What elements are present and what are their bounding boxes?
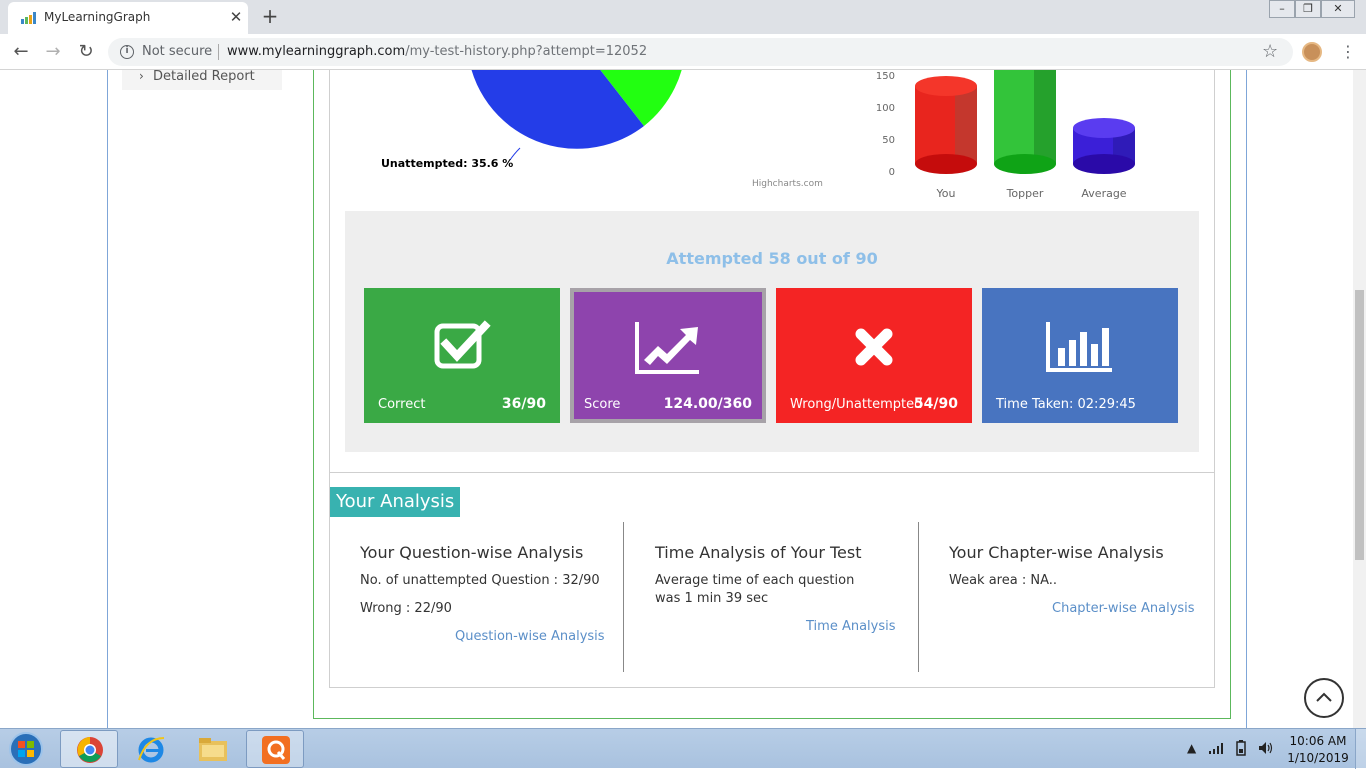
- avg-time-line1: Average time of each question: [655, 573, 855, 588]
- internet-explorer-icon: [138, 737, 165, 763]
- taskbar-q-app[interactable]: [246, 730, 304, 768]
- folder-icon: [199, 738, 227, 761]
- minimize-button[interactable]: –: [1269, 0, 1295, 18]
- unattempted-count: No. of unattempted Question : 32/90: [360, 573, 600, 588]
- left-border-line: [107, 70, 108, 728]
- x-tick-label: You: [936, 187, 956, 200]
- reload-icon[interactable]: ↻: [74, 40, 98, 64]
- scrollbar-thumb[interactable]: [1355, 290, 1364, 560]
- menu-dots-icon[interactable]: ⋮: [1340, 40, 1356, 64]
- start-button-icon[interactable]: [4, 730, 48, 768]
- bar-average[interactable]: [1073, 118, 1135, 174]
- analysis-header: Your Analysis: [330, 487, 461, 517]
- info-icon[interactable]: i: [120, 45, 134, 59]
- new-tab-button[interactable]: +: [258, 4, 282, 28]
- tab-close-icon[interactable]: ✕: [226, 7, 246, 27]
- question-analysis-title: Your Question-wise Analysis: [360, 543, 584, 562]
- url-text[interactable]: www.mylearninggraph.com/my-test-history.…: [227, 44, 647, 59]
- time-analysis-title: Time Analysis of Your Test: [655, 543, 862, 562]
- correct-card[interactable]: Correct 36/90: [364, 288, 560, 423]
- column-divider: [623, 522, 624, 672]
- chevron-up-icon: [1316, 692, 1332, 702]
- weak-area: Weak area : NA..: [949, 573, 1058, 588]
- forward-arrow-icon[interactable]: →: [41, 40, 65, 64]
- chapter-analysis-link[interactable]: Chapter-wise Analysis: [1052, 601, 1195, 616]
- card-value: 124.00/360: [663, 396, 752, 412]
- time-card[interactable]: Time Taken: 02:29:45: [982, 288, 1178, 423]
- y-tick-label: 0: [888, 167, 895, 178]
- browser-toolbar: ← → ↻ i Not secure www.mylearninggraph.c…: [0, 34, 1366, 70]
- window-close-button[interactable]: ✕: [1321, 0, 1355, 18]
- taskbar-file-explorer[interactable]: [184, 730, 242, 768]
- attempted-summary: Attempted 58 out of 90: [666, 249, 878, 268]
- x-tick-label: Average: [1081, 187, 1127, 200]
- site-favicon-icon: [21, 12, 36, 24]
- trend-chart-icon: [635, 322, 699, 374]
- chapter-analysis-title: Your Chapter-wise Analysis: [949, 543, 1164, 562]
- tab-bar: MyLearningGraph ✕ + – ❐ ✕: [0, 0, 1366, 34]
- volume-icon[interactable]: [1257, 740, 1273, 756]
- bookmark-star-icon[interactable]: ☆: [1262, 41, 1278, 62]
- bar-you[interactable]: [915, 76, 977, 174]
- windows-taskbar: ▲ 10:06 AM 1/10/2019: [0, 728, 1366, 769]
- avg-time-line2: was 1 min 39 sec: [655, 591, 769, 606]
- card-label: Score: [584, 397, 621, 412]
- security-status[interactable]: Not secure: [142, 44, 212, 59]
- x-tick-label: Topper: [1006, 187, 1044, 200]
- chrome-icon: [77, 737, 103, 763]
- cross-icon: [855, 328, 893, 366]
- url-host: www.mylearninggraph.com: [227, 44, 406, 59]
- network-signal-icon[interactable]: [1208, 742, 1224, 754]
- chevron-right-icon: ›: [139, 70, 144, 83]
- tab-title: MyLearningGraph: [44, 10, 151, 24]
- right-border-line: [1246, 70, 1247, 728]
- profile-avatar[interactable]: [1302, 42, 1322, 62]
- pie-data-label: Unattempted: 35.6 %: [381, 157, 514, 170]
- scroll-to-top-button[interactable]: [1304, 678, 1344, 718]
- address-bar[interactable]: i Not secure www.mylearninggraph.com/my-…: [108, 38, 1293, 66]
- url-path: /my-test-history.php?attempt=12052: [405, 44, 648, 59]
- taskbar-chrome[interactable]: [60, 730, 118, 768]
- bar-chart-icon: [1046, 322, 1112, 372]
- show-hidden-icons-icon[interactable]: ▲: [1187, 741, 1196, 755]
- q-app-icon: [262, 736, 290, 764]
- page-scrollbar[interactable]: [1353, 70, 1366, 728]
- card-value: 54/90: [913, 396, 958, 412]
- column-divider: [918, 522, 919, 672]
- battery-icon[interactable]: [1236, 740, 1246, 756]
- y-tick-label: 100: [875, 103, 895, 114]
- score-card[interactable]: Score 124.00/360: [570, 288, 766, 423]
- clock-time[interactable]: 10:06 AM: [1285, 734, 1351, 748]
- y-tick-label: 150: [875, 71, 895, 82]
- card-label: Time Taken: 02:29:45: [996, 397, 1136, 412]
- omnibox-divider: [218, 44, 219, 60]
- card-label: Correct: [378, 397, 426, 412]
- wrong-card[interactable]: Wrong/Unattempted 54/90: [776, 288, 972, 423]
- bar-chart: [915, 70, 1135, 174]
- card-label: Wrong/Unattempted: [790, 397, 923, 412]
- time-analysis-link[interactable]: Time Analysis: [806, 619, 896, 634]
- browser-tab[interactable]: MyLearningGraph ✕: [8, 2, 248, 34]
- section-divider: [330, 472, 1214, 473]
- restore-button[interactable]: ❐: [1295, 0, 1321, 18]
- wrong-count: Wrong : 22/90: [360, 601, 452, 616]
- page-viewport: › Detailed Report Unattempted: 35.6 % Hi…: [0, 70, 1366, 728]
- card-value: 36/90: [501, 396, 546, 412]
- question-analysis-link[interactable]: Question-wise Analysis: [455, 629, 605, 644]
- clock-date[interactable]: 1/10/2019: [1285, 751, 1351, 765]
- summary-panel: Attempted 58 out of 90 Correct 36/90 Sco…: [345, 211, 1199, 452]
- y-tick-label: 50: [882, 135, 895, 146]
- sidebar-item-label[interactable]: Detailed Report: [153, 70, 255, 84]
- highcharts-credit-link[interactable]: Highcharts.com: [752, 179, 823, 189]
- show-desktop-button[interactable]: [1355, 729, 1366, 769]
- bar-topper[interactable]: [994, 70, 1056, 174]
- taskbar-internet-explorer[interactable]: [122, 730, 180, 768]
- check-square-icon: [434, 320, 491, 369]
- back-arrow-icon[interactable]: ←: [9, 40, 33, 64]
